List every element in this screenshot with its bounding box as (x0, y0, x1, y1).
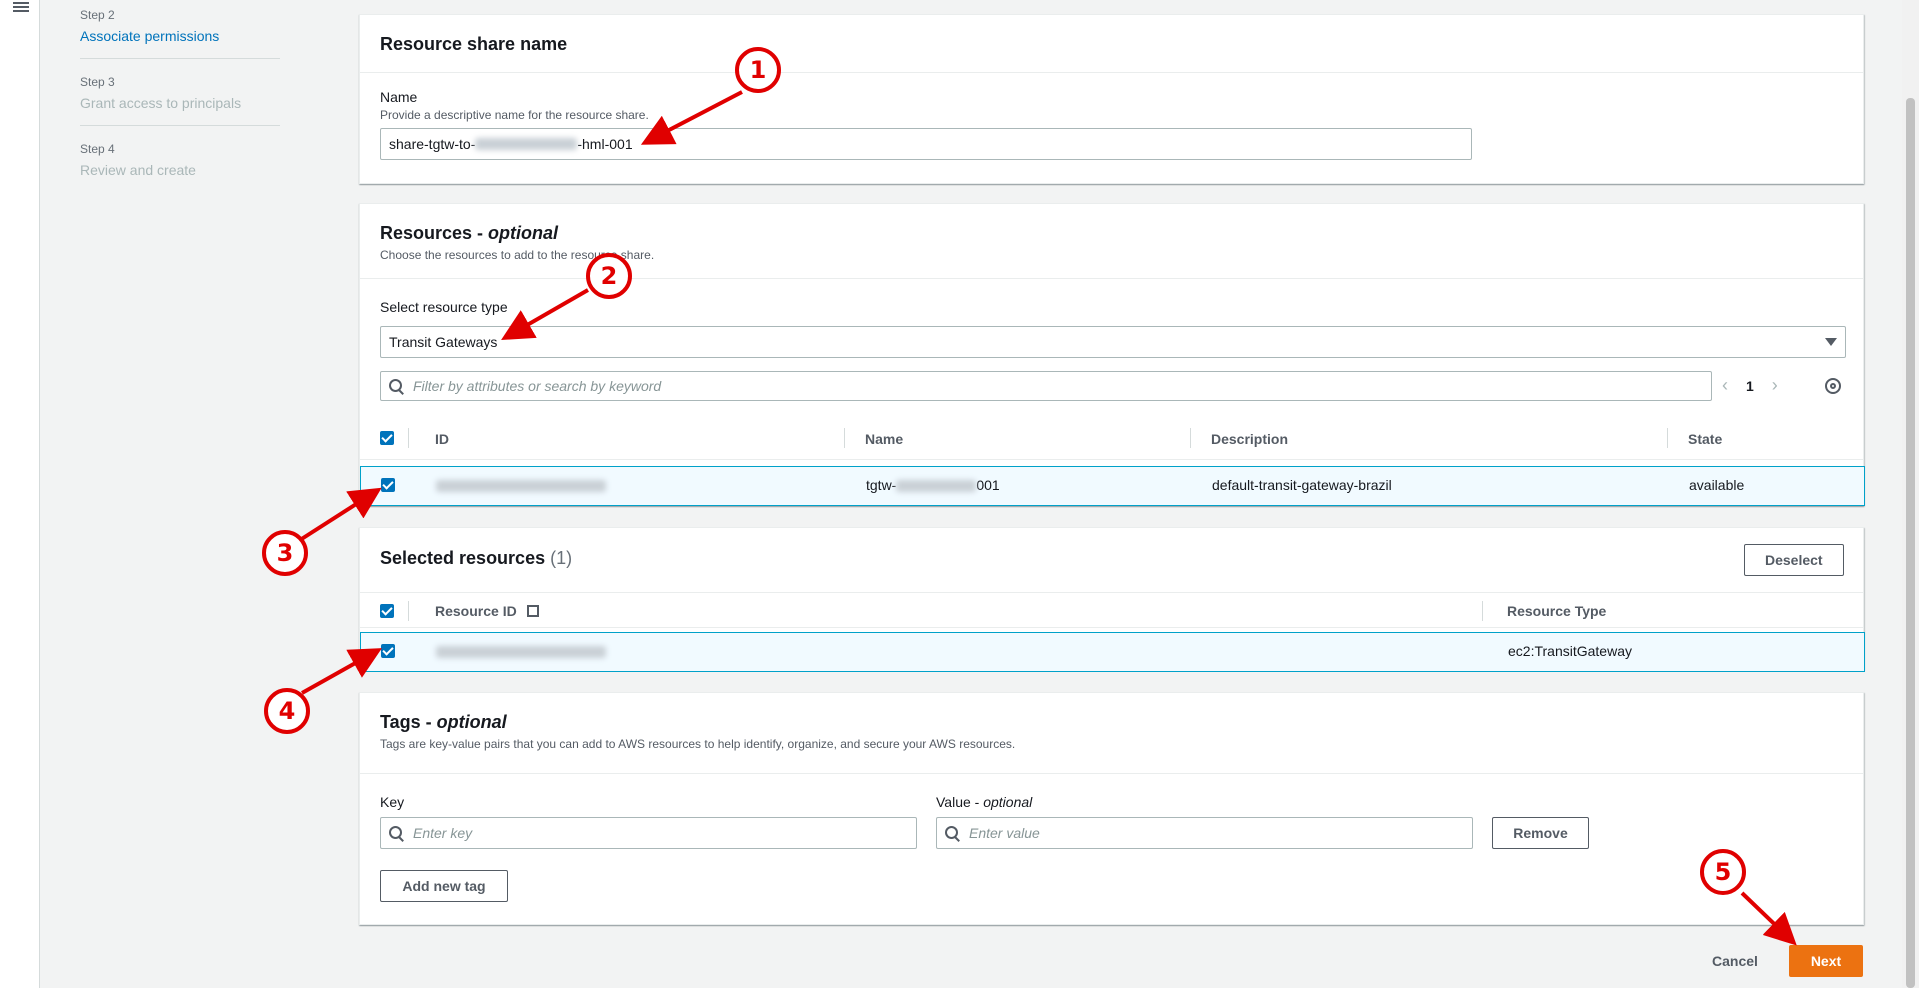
panel-description: Tags are key-value pairs that you can ad… (380, 737, 1016, 751)
annotation-marker-1: 1 (735, 47, 781, 93)
step-title: Review and create (80, 162, 196, 178)
row-name: tgtw- 001 (866, 477, 1000, 493)
deselect-button[interactable]: Deselect (1744, 544, 1844, 576)
chevron-left-icon[interactable]: ‹ (1722, 375, 1728, 396)
step-title: Grant access to principals (80, 95, 242, 111)
chevron-right-icon[interactable]: › (1772, 375, 1778, 396)
row-description: default-transit-gateway-brazil (1212, 477, 1392, 493)
next-button[interactable]: Next (1789, 945, 1863, 977)
name-label: Name (380, 89, 418, 105)
row-resource-type: ec2:TransitGateway (1508, 643, 1632, 659)
selected-count: (1) (550, 548, 573, 568)
cancel-button[interactable]: Cancel (1712, 945, 1758, 977)
resources-panel: Resources - optional Choose the resource… (359, 203, 1865, 506)
panel-title: Resource share name (380, 34, 568, 54)
column-header-resource-type[interactable]: Resource Type (1507, 603, 1606, 619)
external-link-icon (526, 605, 539, 617)
caret-down-icon (1825, 338, 1837, 346)
resources-table-header: ID Name Description State (360, 416, 1863, 460)
key-label: Key (380, 794, 405, 810)
annotation-marker-3: 3 (262, 530, 308, 576)
search-icon (389, 826, 403, 840)
search-placeholder: Filter by attributes or search by keywor… (413, 378, 662, 394)
annotation-marker-5: 5 (1700, 849, 1746, 895)
search-icon (945, 826, 959, 840)
step-number: Step 3 (80, 75, 115, 89)
resource-type-select[interactable]: Transit Gateways (380, 326, 1846, 358)
filter-search-input[interactable]: Filter by attributes or search by keywor… (380, 371, 1712, 401)
wizard-steps: Step 2 Associate permissions Step 3 Gran… (80, 8, 280, 208)
resource-share-name-panel: Resource share name Name Provide a descr… (359, 14, 1864, 184)
annotation-marker-2: 2 (586, 253, 632, 299)
wizard-step-3: Step 3 Grant access to principals (80, 75, 280, 126)
value-input[interactable]: Enter value (936, 817, 1473, 849)
redacted-resource-id (436, 480, 606, 492)
name-description: Provide a descriptive name for the resou… (380, 108, 649, 122)
scrollbar-thumb[interactable] (1906, 98, 1915, 988)
redacted-text (475, 138, 578, 150)
row-checkbox[interactable] (381, 644, 395, 658)
table-row[interactable]: tgtw- 001 default-transit-gateway-brazil … (360, 466, 1865, 506)
select-all-checkbox[interactable] (380, 431, 394, 445)
column-header-name[interactable]: Name (865, 431, 903, 447)
side-rail (0, 0, 40, 988)
remove-tag-button[interactable]: Remove (1492, 817, 1589, 849)
step-number: Step 4 (80, 142, 115, 156)
select-all-checkbox[interactable] (380, 604, 394, 618)
settings-gear-icon[interactable] (1825, 378, 1841, 394)
name-value-prefix: share-tgtw-to- (389, 136, 476, 152)
resource-type-value: Transit Gateways (389, 334, 498, 350)
key-input[interactable]: Enter key (380, 817, 917, 849)
search-icon (389, 379, 403, 393)
selected-resources-panel: Selected resources (1) Deselect Resource… (359, 527, 1865, 672)
add-new-tag-button[interactable]: Add new tag (380, 870, 508, 902)
tags-panel: Tags - optional Tags are key-value pairs… (359, 692, 1864, 925)
column-header-state[interactable]: State (1688, 431, 1722, 447)
resource-type-label: Select resource type (380, 299, 508, 315)
row-state: available (1689, 477, 1745, 493)
value-label: Value - optional (936, 794, 1033, 810)
panel-title: Resources - optional (380, 223, 559, 243)
row-checkbox[interactable] (381, 478, 395, 492)
pagination: ‹ 1 › (1722, 375, 1778, 396)
column-header-id[interactable]: ID (435, 431, 449, 447)
redacted-resource-id (436, 646, 606, 658)
column-header-resource-id[interactable]: Resource ID (435, 603, 539, 619)
wizard-step-2: Step 2 Associate permissions (80, 8, 280, 59)
wizard-step-4: Step 4 Review and create (80, 142, 280, 192)
page-number[interactable]: 1 (1746, 378, 1754, 394)
name-value-suffix: -hml-001 (577, 136, 633, 152)
page-scrollbar[interactable] (1902, 0, 1919, 988)
panel-title: Tags - optional (380, 712, 507, 732)
selected-table-header: Resource ID Resource Type (360, 592, 1863, 628)
panel-title: Selected resources (1) (380, 548, 573, 568)
step-number: Step 2 (80, 8, 115, 22)
menu-icon[interactable] (13, 0, 29, 12)
table-row[interactable]: ec2:TransitGateway (360, 632, 1865, 672)
name-input[interactable]: share-tgtw-to- -hml-001 (380, 128, 1472, 160)
step-title-link[interactable]: Associate permissions (80, 28, 280, 44)
annotation-marker-4: 4 (264, 688, 310, 734)
column-header-description[interactable]: Description (1211, 431, 1288, 447)
